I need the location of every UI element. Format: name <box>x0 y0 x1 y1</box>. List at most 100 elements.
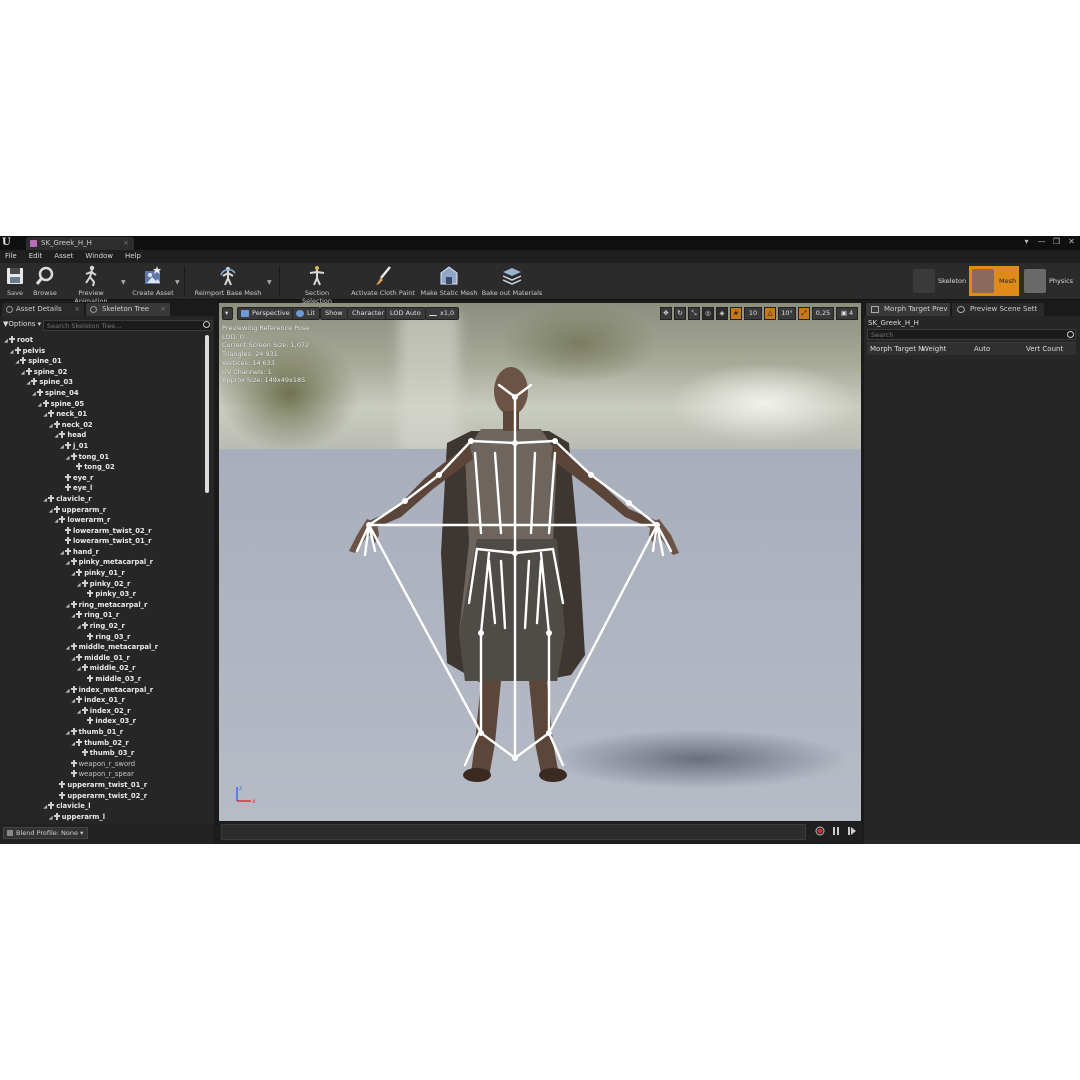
bone-row[interactable]: ◢ upperarm_r <box>0 505 205 516</box>
bone-row[interactable]: ◢ spine_04 <box>0 388 205 399</box>
bone-row[interactable]: upperarm_twist_01_r <box>0 780 205 791</box>
bone-row[interactable]: weapon_r_sword <box>0 759 205 770</box>
step-forward-icon[interactable] <box>847 826 857 836</box>
col-morph-target-name[interactable]: Morph Target N <box>870 343 923 356</box>
bone-row[interactable]: ◢ index_01_r <box>0 695 205 706</box>
rotate-tool-icon[interactable]: ↻ <box>674 307 686 320</box>
bone-row[interactable]: ◢ neck_01 <box>0 409 205 420</box>
playback-speed-button[interactable]: x1,0 <box>425 307 460 320</box>
character-button[interactable]: Character <box>347 307 390 320</box>
record-icon[interactable] <box>815 826 825 836</box>
reimport-dropdown-icon[interactable]: ▼ <box>267 279 272 286</box>
create-asset-dropdown-icon[interactable]: ▼ <box>175 279 180 286</box>
scale-snap-value[interactable]: 0,25 <box>812 307 834 320</box>
bone-row[interactable]: ◢ ring_02_r <box>0 621 205 632</box>
bone-row[interactable]: ◢ clavicle_l <box>0 801 205 812</box>
options-dropdown[interactable]: ▼Options ▾ <box>3 320 41 328</box>
surface-snap-icon[interactable]: ◈ <box>716 307 728 320</box>
bone-row[interactable]: ◢ index_metacarpal_r <box>0 685 205 696</box>
lod-button[interactable]: LOD Auto <box>385 307 426 320</box>
bone-row[interactable]: ◢ index_02_r <box>0 706 205 717</box>
bone-row[interactable]: ◢ ring_metacarpal_r <box>0 600 205 611</box>
viewport[interactable]: ▾ Perspective Lit Show Character LOD Aut… <box>219 303 861 821</box>
bone-row[interactable]: pinky_03_r <box>0 589 205 600</box>
bone-row[interactable]: eye_l <box>0 483 205 494</box>
character-with-skeleton[interactable] <box>219 303 861 821</box>
bone-row[interactable]: ◢ spine_05 <box>0 399 205 410</box>
bone-row[interactable]: upperarm_twist_02_r <box>0 791 205 802</box>
bone-row[interactable]: index_03_r <box>0 716 205 727</box>
minimize-icon[interactable]: — <box>1037 237 1046 246</box>
col-vert-count[interactable]: Vert Count <box>1026 343 1063 356</box>
browse-button[interactable]: Browse <box>31 265 59 297</box>
tab-morph-target-preview[interactable]: Morph Target Prev <box>866 303 950 316</box>
tab-preview-scene-settings[interactable]: Preview Scene Sett <box>952 303 1044 316</box>
timeline-scrubber[interactable] <box>221 824 806 840</box>
tree-scrollbar[interactable] <box>205 335 209 493</box>
bone-row[interactable]: ◢ hand_r <box>0 547 205 558</box>
bone-row[interactable]: tong_02 <box>0 462 205 473</box>
preview-animation-dropdown-icon[interactable]: ▼ <box>121 279 126 286</box>
section-selection-button[interactable]: Section Selection <box>289 265 345 305</box>
make-static-mesh-button[interactable]: Make Static Mesh <box>420 265 478 297</box>
tab-skeleton-tree[interactable]: Skeleton Tree × <box>86 303 170 316</box>
menu-window[interactable]: Window <box>85 250 113 263</box>
tab-asset-details[interactable]: Asset Details × <box>2 303 84 316</box>
bone-row[interactable]: ◢ thumb_01_r <box>0 727 205 738</box>
skeleton-search-input[interactable] <box>43 320 212 331</box>
bone-row[interactable]: ◢ upperarm_l <box>0 812 205 823</box>
bone-row[interactable]: ◢ pinky_02_r <box>0 579 205 590</box>
bone-row[interactable]: ◢ j_01 <box>0 441 205 452</box>
bone-row[interactable]: ◢ lowerarm_r <box>0 515 205 526</box>
morph-search-input[interactable] <box>867 329 1076 340</box>
world-space-icon[interactable]: ◎ <box>702 307 714 320</box>
viewport-options-dropdown[interactable]: ▾ <box>222 307 233 320</box>
scale-snap-icon[interactable]: ⤢ <box>798 307 810 320</box>
bone-row[interactable]: ◢ middle_metacarpal_r <box>0 642 205 653</box>
bone-row[interactable]: ◢ pinky_01_r <box>0 568 205 579</box>
bone-row[interactable]: thumb_03_r <box>0 748 205 759</box>
grid-snap-value[interactable]: 10 <box>744 307 762 320</box>
bone-row[interactable]: ◢ middle_01_r <box>0 653 205 664</box>
bone-row[interactable]: lowerarm_twist_01_r <box>0 536 205 547</box>
close-tab-icon[interactable]: × <box>74 303 80 316</box>
bone-row[interactable]: ◢ spine_03 <box>0 377 205 388</box>
bone-row[interactable]: weapon_r_spear <box>0 769 205 780</box>
menu-help[interactable]: Help <box>125 250 141 263</box>
bone-row[interactable]: middle_03_r <box>0 674 205 685</box>
close-tab-icon[interactable]: × <box>160 303 166 316</box>
bone-row[interactable]: eye_r <box>0 473 205 484</box>
grid-snap-icon[interactable]: # <box>730 307 742 320</box>
close-window-icon[interactable]: ✕ <box>1067 237 1076 246</box>
maximize-icon[interactable]: ❐ <box>1052 237 1061 246</box>
menu-edit[interactable]: Edit <box>29 250 43 263</box>
bone-row[interactable]: ◢ head <box>0 430 205 441</box>
activate-cloth-paint-button[interactable]: Activate Cloth Paint <box>350 265 416 297</box>
window-menu-icon[interactable]: ▾ <box>1022 237 1031 246</box>
bone-row[interactable]: ◢ clavicle_r <box>0 494 205 505</box>
mode-skeleton-button[interactable]: Skeleton <box>910 266 968 296</box>
menu-file[interactable]: File <box>5 250 17 263</box>
bone-row[interactable]: ◢ spine_02 <box>0 367 205 378</box>
rotation-snap-value[interactable]: 10° <box>778 307 796 320</box>
scale-tool-icon[interactable]: ⤡ <box>688 307 700 320</box>
bake-out-materials-button[interactable]: Bake out Materials <box>481 265 543 297</box>
bone-row[interactable]: ◢ pinky_metacarpal_r <box>0 557 205 568</box>
menu-asset[interactable]: Asset <box>54 250 73 263</box>
lit-button[interactable]: Lit <box>292 307 320 320</box>
close-tab-icon[interactable]: × <box>123 237 129 250</box>
bone-row[interactable]: ◢ ring_01_r <box>0 610 205 621</box>
bone-row[interactable]: ◢ pelvis <box>0 346 205 357</box>
bone-row[interactable]: lowerarm_twist_02_r <box>0 526 205 537</box>
show-button[interactable]: Show <box>320 307 348 320</box>
mode-physics-button[interactable]: Physics <box>1021 266 1077 296</box>
rotation-snap-icon[interactable]: △ <box>764 307 776 320</box>
document-tab[interactable]: SK_Greek_H_H × <box>26 237 134 250</box>
camera-speed-button[interactable]: ▣ 4 <box>836 307 858 320</box>
mode-mesh-button[interactable]: Mesh <box>969 266 1019 296</box>
bone-row[interactable]: ◢ thumb_02_r <box>0 738 205 749</box>
perspective-button[interactable]: Perspective <box>237 307 295 320</box>
create-asset-button[interactable]: Create Asset <box>132 265 174 297</box>
bone-row[interactable]: ◢ root <box>0 335 205 346</box>
bone-row[interactable]: ◢ spine_01 <box>0 356 205 367</box>
